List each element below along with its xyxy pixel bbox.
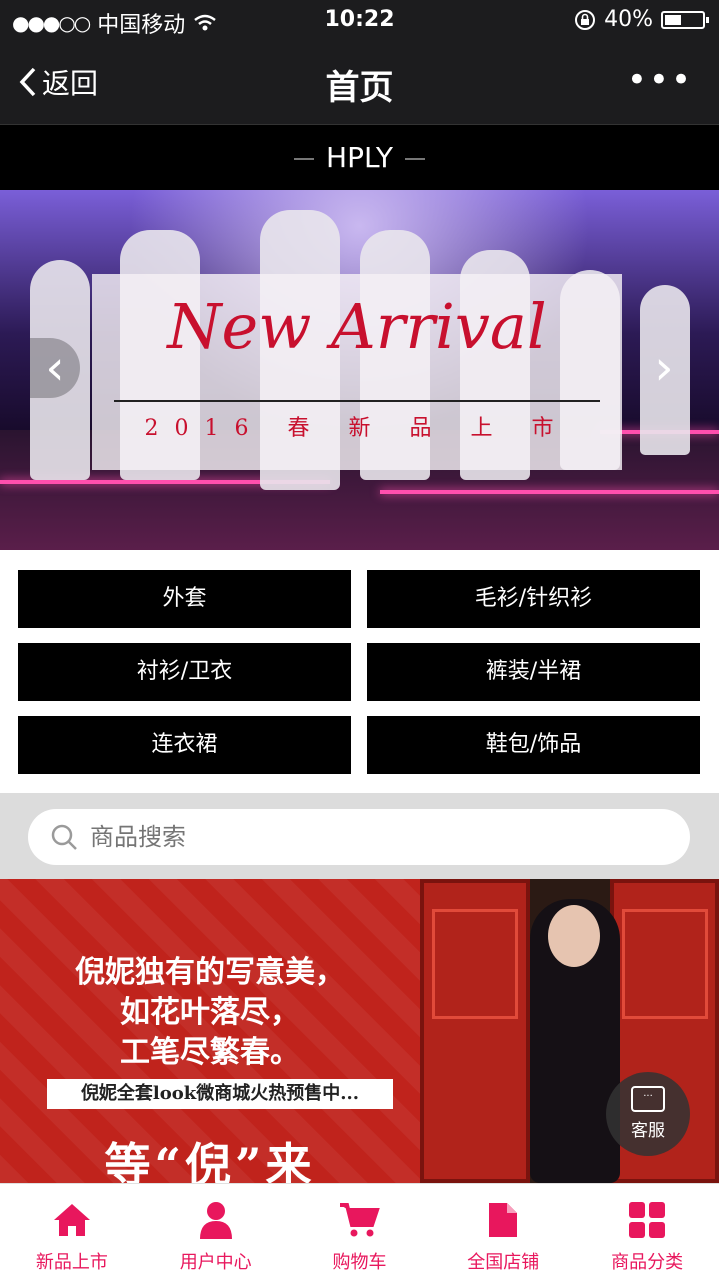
promo-line-1: 倪妮独有的写意美，	[75, 955, 345, 990]
tab-stores[interactable]: 全国店铺	[431, 1184, 575, 1281]
brand-name: HPLY	[326, 141, 393, 174]
brand-bar: HPLY	[0, 124, 719, 191]
promo-line-2: 如花叶落尽，	[120, 995, 300, 1030]
promo-tagline: 倪妮全套look微商城火热预售中...	[47, 1079, 393, 1109]
search-icon	[51, 824, 77, 850]
tab-categories[interactable]: 商品分类	[575, 1184, 719, 1281]
category-button-knitwear[interactable]: 毛衫/针织衫	[367, 570, 700, 628]
category-button-outerwear[interactable]: 外套	[18, 570, 351, 628]
chevron-right-icon: ›	[654, 340, 674, 396]
door-lattice	[432, 909, 518, 1019]
status-bar: ●●●○○ 中国移动 10:22 40%	[0, 0, 719, 40]
brand-divider	[404, 158, 425, 160]
chevron-left-icon: ‹	[45, 340, 65, 396]
status-right: 40%	[574, 7, 709, 32]
tab-label: 用户中心	[179, 1252, 252, 1273]
more-options-icon[interactable]: •••	[627, 60, 693, 100]
home-icon	[53, 1204, 90, 1236]
tab-label: 购物车	[332, 1252, 387, 1273]
tab-user-center[interactable]: 用户中心	[144, 1184, 288, 1281]
hero-banner[interactable]: New Arrival 2016 春 新 品 上 市 ‹ ›	[0, 190, 719, 550]
banner-next-button[interactable]: ›	[639, 338, 689, 398]
stage-light	[380, 490, 719, 494]
tab-cart[interactable]: 购物车	[288, 1184, 432, 1281]
search-input[interactable]	[88, 822, 652, 852]
category-button-accessories[interactable]: 鞋包/饰品	[367, 716, 700, 774]
banner-headline: New Arrival	[167, 290, 547, 363]
cart-icon	[340, 1203, 381, 1237]
category-button-dresses[interactable]: 连衣裙	[18, 716, 351, 774]
banner-rule	[114, 400, 600, 402]
tab-bar: 新品上市 用户中心 购物车 全国店铺 商品分类	[0, 1183, 719, 1281]
rotation-lock-icon	[575, 9, 596, 30]
promo-big-text: 等“倪”来	[104, 1138, 316, 1183]
category-button-shirts[interactable]: 衬衫/卫衣	[18, 643, 351, 701]
nav-bar: 返回 首页 •••	[0, 40, 719, 124]
battery-percent: 40%	[604, 7, 653, 32]
user-icon	[199, 1202, 232, 1239]
door-lattice	[622, 909, 708, 1019]
brand-divider	[294, 158, 315, 160]
page-title: 首页	[325, 68, 394, 108]
customer-service-button[interactable]: ··· 客服	[606, 1072, 690, 1156]
tab-new-arrivals[interactable]: 新品上市	[0, 1184, 144, 1281]
tab-label: 商品分类	[611, 1252, 684, 1273]
battery-icon	[661, 10, 709, 29]
search-bar[interactable]	[28, 809, 690, 865]
document-icon	[489, 1203, 518, 1237]
promo-line-3: 工笔尽繁春。	[120, 1035, 300, 1070]
chat-icon: ···	[631, 1086, 665, 1112]
tab-label: 全国店铺	[467, 1252, 540, 1273]
category-button-pants-skirts[interactable]: 裤装/半裙	[367, 643, 700, 701]
banner-subline: 2016 春 新 品 上 市	[144, 416, 570, 441]
banner-overlay: New Arrival 2016 春 新 品 上 市	[92, 274, 622, 470]
model-face	[548, 905, 600, 967]
tab-label: 新品上市	[35, 1252, 108, 1273]
category-grid: 外套 毛衫/针织衫 衬衫/卫衣 裤装/半裙 连衣裙 鞋包/饰品	[18, 570, 700, 774]
search-section	[0, 793, 719, 879]
grid-icon	[629, 1202, 666, 1238]
customer-service-label: 客服	[631, 1121, 665, 1141]
